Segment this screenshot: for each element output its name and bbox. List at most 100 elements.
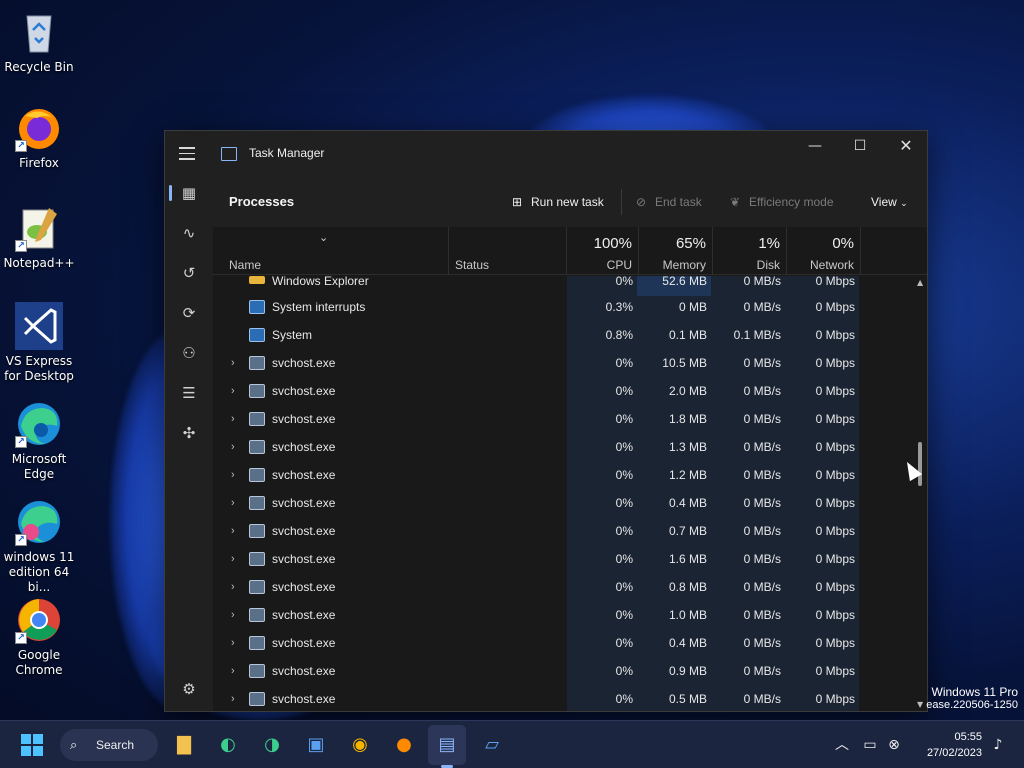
service-host-icon [249, 608, 265, 622]
expand-chevron-icon[interactable]: › [231, 408, 243, 436]
expand-chevron-icon[interactable]: › [231, 688, 243, 711]
table-row[interactable]: › svchost.exe 0% 0.7 MB 0 MB/s 0 Mbps [213, 520, 913, 548]
process-list: Windows Explorer 0% 52.6 MB 0 MB/s 0 Mbp… [213, 276, 913, 711]
table-row[interactable]: › svchost.exe 0% 1.3 MB 0 MB/s 0 Mbps [213, 436, 913, 464]
taskbar-clock[interactable]: 05:55 27/02/2023 [910, 729, 982, 761]
scrollbar-thumb[interactable] [918, 442, 922, 486]
table-row[interactable]: › svchost.exe 0% 1.2 MB 0 MB/s 0 Mbps [213, 464, 913, 492]
view-menu-button[interactable]: View ⌄ [871, 191, 908, 213]
expand-chevron-icon[interactable]: › [231, 464, 243, 492]
desktop-icon-google-chrome[interactable]: ↗ Google Chrome [0, 596, 78, 678]
table-row[interactable]: › svchost.exe 0% 0.4 MB 0 MB/s 0 Mbps [213, 632, 913, 660]
column-name[interactable]: ⌄ Name [213, 227, 449, 275]
process-disk: 0 MB/s [711, 520, 785, 548]
task-manager-window: Task Manager — ☐ ✕ ▦ ∿ ↺ ⟳ ⚇ ☰ ✣ ⚙ Proce… [164, 130, 928, 712]
expand-chevron-icon[interactable]: › [231, 436, 243, 464]
process-cpu: 0% [567, 632, 637, 660]
nav-performance-icon[interactable]: ∿ [173, 217, 205, 249]
expand-chevron-icon[interactable]: › [231, 604, 243, 632]
desktop-icon-vs-express[interactable]: VS Express for Desktop [0, 302, 78, 384]
minimize-button[interactable]: — [792, 131, 838, 163]
nav-app-history-icon[interactable]: ↺ [173, 257, 205, 289]
expand-chevron-icon[interactable]: › [231, 352, 243, 380]
scroll-up-arrow-icon[interactable]: ▲ [917, 278, 923, 287]
nav-startup-apps-icon[interactable]: ⟳ [173, 297, 205, 329]
table-row[interactable]: › svchost.exe 0% 1.0 MB 0 MB/s 0 Mbps [213, 604, 913, 632]
title-bar[interactable]: Task Manager — ☐ ✕ [165, 131, 927, 177]
notepad-plus-plus-icon: ↗ [15, 204, 63, 252]
desktop-icon-recycle-bin[interactable]: Recycle Bin [0, 8, 78, 75]
firefox-taskbar-icon[interactable]: ● [388, 729, 420, 761]
process-disk: 0 MB/s [711, 296, 785, 324]
table-row[interactable]: › svchost.exe 0% 0.4 MB 0 MB/s 0 Mbps [213, 492, 913, 520]
edge-taskbar-icon[interactable]: ◐ [212, 729, 244, 761]
expand-chevron-icon[interactable]: › [231, 576, 243, 604]
column-network[interactable]: 0% Network [787, 227, 861, 275]
virtualbox-icon[interactable]: ▱ [476, 729, 508, 761]
nav-settings-icon[interactable]: ⚙ [173, 673, 205, 705]
desktop-icon-notepad-plus-plus[interactable]: ↗ Notepad++ [0, 204, 78, 271]
taskbar-search[interactable]: ⌕ Search [60, 729, 158, 761]
nav-processes-icon[interactable]: ▦ [173, 177, 205, 209]
process-network: 0 Mbps [785, 660, 859, 688]
file-explorer-icon[interactable]: ▇ [168, 729, 200, 761]
table-row[interactable]: › svchost.exe 0% 0.8 MB 0 MB/s 0 Mbps [213, 576, 913, 604]
nav-users-icon[interactable]: ⚇ [173, 337, 205, 369]
column-memory[interactable]: 65% Memory [639, 227, 713, 275]
expand-chevron-icon[interactable]: › [231, 520, 243, 548]
process-network: 0 Mbps [785, 520, 859, 548]
process-name: svchost.exe [272, 440, 336, 454]
end-task-button[interactable]: ⊘ End task [633, 191, 702, 213]
chrome-taskbar-icon[interactable]: ◉ [344, 729, 376, 761]
expand-chevron-icon[interactable]: › [231, 548, 243, 576]
process-cpu: 0% [567, 492, 637, 520]
table-row[interactable]: › svchost.exe 0% 2.0 MB 0 MB/s 0 Mbps [213, 380, 913, 408]
start-button[interactable] [16, 729, 48, 761]
edge-dev-taskbar-icon[interactable]: ◑ [256, 729, 288, 761]
desktop-icon-firefox[interactable]: ↗ Firefox [0, 104, 78, 171]
table-row[interactable]: › svchost.exe 0% 10.5 MB 0 MB/s 0 Mbps [213, 352, 913, 380]
table-row[interactable]: Windows Explorer 0% 52.6 MB 0 MB/s 0 Mbp… [213, 276, 913, 304]
desktop-icon-label: windows 11 edition 64 bi... [3, 550, 75, 594]
network-icon[interactable]: ▭ [860, 729, 880, 761]
column-status[interactable]: Status [449, 227, 567, 275]
process-disk: 0 MB/s [711, 352, 785, 380]
column-cpu[interactable]: 100% CPU [567, 227, 639, 275]
table-row[interactable]: › svchost.exe 0% 0.5 MB 0 MB/s 0 Mbps [213, 688, 913, 711]
close-button[interactable]: ✕ [883, 131, 927, 163]
search-icon: ⌕ [70, 737, 78, 752]
process-disk: 0.1 MB/s [711, 324, 785, 352]
run-new-task-button[interactable]: ⊞ Run new task [509, 191, 604, 213]
table-row[interactable]: System 0.8% 0.1 MB 0.1 MB/s 0 Mbps [213, 324, 913, 352]
chevron-down-icon: ⌄ [900, 198, 908, 208]
table-row[interactable]: System interrupts 0.3% 0 MB 0 MB/s 0 Mbp… [213, 296, 913, 324]
volume-muted-icon[interactable]: ⊗ [884, 729, 904, 761]
scroll-down-arrow-icon[interactable]: ▼ [917, 700, 923, 709]
table-row[interactable]: › svchost.exe 0% 1.6 MB 0 MB/s 0 Mbps [213, 548, 913, 576]
desktop-icon-microsoft-edge[interactable]: ↗ Microsoft Edge [0, 400, 78, 482]
task-manager-taskbar-icon[interactable]: ▤ [431, 729, 463, 761]
expand-chevron-icon[interactable]: › [231, 492, 243, 520]
nav-details-icon[interactable]: ☰ [173, 377, 205, 409]
search-label: Search [96, 738, 135, 752]
process-memory: 0.4 MB [637, 632, 711, 660]
column-header: ⌄ Name Status 100% CPU 65% Memory 1% Dis… [213, 227, 927, 275]
desktop-icon-windows-11-edition[interactable]: ↗ windows 11 edition 64 bi... [0, 498, 78, 595]
maximize-button[interactable]: ☐ [837, 131, 883, 163]
process-memory: 0.9 MB [637, 660, 711, 688]
nav-services-icon[interactable]: ✣ [173, 417, 205, 449]
expand-chevron-icon[interactable]: › [231, 380, 243, 408]
table-row[interactable]: › svchost.exe 0% 1.8 MB 0 MB/s 0 Mbps [213, 408, 913, 436]
process-cpu: 0% [567, 436, 637, 464]
efficiency-mode-button[interactable]: ❦ Efficiency mode [727, 191, 834, 213]
show-hidden-icons-chevron-icon[interactable]: ︿ [832, 729, 852, 761]
expand-chevron-icon[interactable]: › [231, 632, 243, 660]
hamburger-menu-icon[interactable] [179, 147, 195, 161]
vertical-scrollbar[interactable]: ▲ ▼ [913, 276, 927, 711]
table-row[interactable]: › svchost.exe 0% 0.9 MB 0 MB/s 0 Mbps [213, 660, 913, 688]
store-icon[interactable]: ▣ [300, 729, 332, 761]
column-disk[interactable]: 1% Disk [713, 227, 787, 275]
service-host-icon [249, 384, 265, 398]
notification-bell-icon[interactable]: ♪ [988, 729, 1008, 761]
expand-chevron-icon[interactable]: › [231, 660, 243, 688]
